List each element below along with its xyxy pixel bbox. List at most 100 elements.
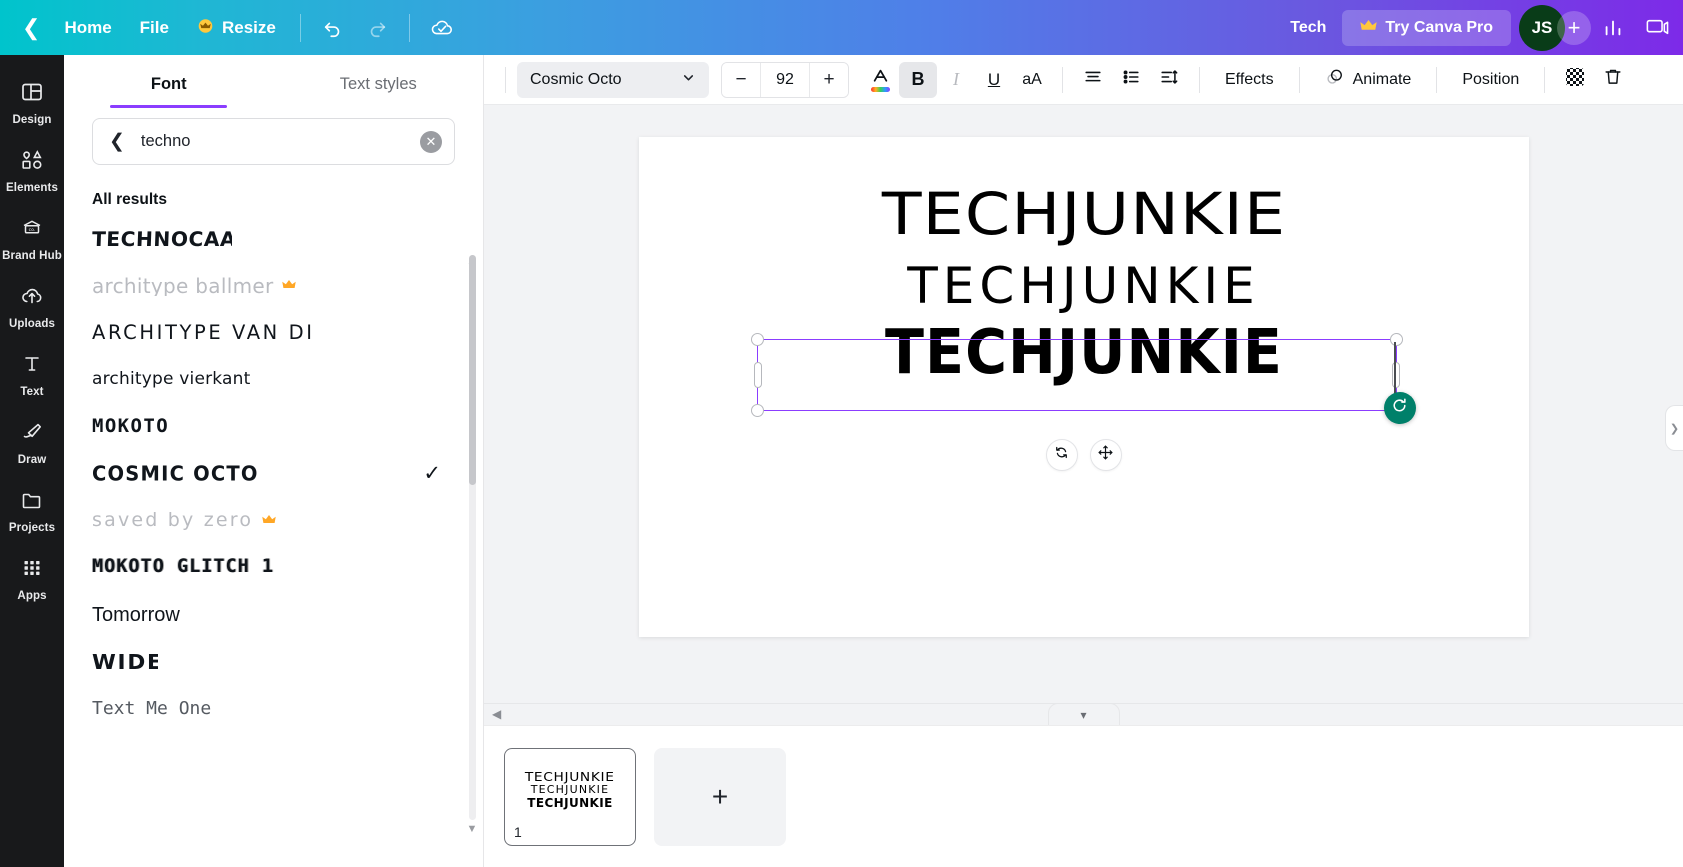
list-item[interactable]: saved by zero (92, 497, 455, 544)
rotate-icon (1391, 397, 1408, 419)
canvas-area[interactable]: TECHJUNKIE TECHJUNKIE TECHJUNKIE (484, 105, 1683, 703)
position-button[interactable]: Position (1448, 62, 1533, 98)
trash-icon (1603, 67, 1623, 92)
tab-font[interactable]: Font (64, 55, 274, 108)
floating-controls (1046, 439, 1122, 471)
font-size-input[interactable] (760, 63, 810, 97)
panel-scrollbar[interactable] (469, 255, 476, 820)
list-item[interactable]: Text Me One (92, 685, 455, 732)
crown-icon (282, 277, 296, 295)
text-color-button[interactable] (861, 62, 899, 98)
collapse-pages-button[interactable]: ▾ (1048, 703, 1120, 726)
add-page-label: + (712, 781, 728, 813)
font-preview: ARCHITYPE VAN DI (92, 323, 315, 343)
font-size-decrease[interactable]: − (722, 63, 760, 97)
list-item-selected[interactable]: COSMIC OCTO ✓ (92, 450, 455, 497)
cloud-check-icon[interactable] (420, 8, 464, 48)
results-heading: All results (64, 165, 483, 215)
transparency-button[interactable] (1556, 62, 1594, 98)
list-item[interactable]: architype vierkant (92, 356, 455, 403)
add-page-button[interactable]: + (654, 748, 786, 846)
line-spacing-button[interactable] (1150, 62, 1188, 98)
selection-box[interactable] (757, 339, 1397, 411)
scroll-down-arrow[interactable]: ▼ (466, 823, 478, 835)
list-item[interactable]: ARCHITYPE VAN DI (92, 309, 455, 356)
tab-text-styles[interactable]: Text styles (274, 55, 484, 108)
resize-button[interactable]: Resize (183, 10, 290, 46)
add-member-button[interactable]: + (1557, 11, 1591, 45)
sidebar-item-projects[interactable]: Projects (2, 479, 62, 541)
undo-button[interactable] (311, 8, 355, 48)
draw-icon (20, 420, 44, 449)
text-align-button[interactable] (1074, 62, 1112, 98)
document-title[interactable]: Tech (1274, 11, 1342, 45)
flip-rotate-button[interactable] (1046, 439, 1078, 471)
text-line-1[interactable]: TECHJUNKIE (585, 185, 1582, 243)
animate-label: Animate (1353, 71, 1412, 89)
sidebar-item-label: Design (13, 114, 52, 126)
uploads-icon (20, 284, 44, 313)
list-item[interactable]: Tomorrow (92, 591, 455, 638)
italic-button[interactable]: I (937, 62, 975, 98)
design-page[interactable]: TECHJUNKIE TECHJUNKIE TECHJUNKIE (639, 137, 1529, 637)
font-name-label: architype vierkant (92, 371, 251, 388)
sidebar-item-brand-hub[interactable]: co. Brand Hub (2, 207, 62, 269)
sidebar-item-label: Apps (17, 590, 46, 602)
flip-rotate-icon (1053, 444, 1070, 466)
resize-handle-bottom-left[interactable] (751, 404, 764, 417)
resize-handle-top-right[interactable] (1390, 333, 1403, 346)
panel-tabs: Font Text styles (64, 55, 483, 108)
font-list[interactable]: TECHNOCAAT architype ballmer ARCHITYPE V… (64, 215, 483, 867)
try-canva-pro-button[interactable]: Try Canva Pro (1342, 10, 1511, 46)
letter-case-button[interactable]: aA (1013, 62, 1051, 98)
font-family-select[interactable]: Cosmic Octo (517, 62, 709, 98)
scrollbar-thumb[interactable] (469, 255, 476, 485)
move-button[interactable] (1090, 439, 1122, 471)
font-family-value: Cosmic Octo (530, 71, 622, 89)
resize-handle-middle-left[interactable] (754, 362, 762, 388)
scroll-left-arrow[interactable]: ◀ (492, 707, 501, 721)
delete-button[interactable] (1594, 62, 1632, 98)
search-box[interactable]: ❮ ✕ (92, 118, 455, 165)
list-item[interactable]: WIDE (92, 638, 455, 685)
analytics-icon[interactable] (1591, 8, 1635, 48)
home-button[interactable]: Home (50, 10, 125, 46)
pages-strip: TECHJUNKIE TECHJUNKIE TECHJUNKIE 1 + (484, 725, 1683, 867)
sidebar-item-apps[interactable]: Apps (2, 547, 62, 609)
search-input[interactable] (141, 132, 408, 151)
svg-text:co.: co. (29, 228, 36, 233)
resize-handle-top-left[interactable] (751, 333, 764, 346)
clear-search-icon[interactable]: ✕ (420, 131, 442, 153)
underline-label: U (988, 70, 1000, 90)
back-button[interactable]: ❮ (18, 11, 50, 45)
font-name-label: saved by zero (92, 511, 253, 530)
page-thumbnail[interactable]: TECHJUNKIE TECHJUNKIE TECHJUNKIE 1 (504, 748, 636, 846)
sidebar-item-design[interactable]: Design (2, 71, 62, 133)
sidebar-item-elements[interactable]: Elements (2, 139, 62, 201)
rotate-handle[interactable] (1384, 392, 1416, 424)
font-name-label: MOKOTO (92, 417, 169, 436)
sidebar-item-uploads[interactable]: Uploads (2, 275, 62, 337)
right-panel-toggle[interactable]: ❯ (1665, 405, 1683, 451)
list-item[interactable]: architype ballmer (92, 262, 455, 309)
list-item[interactable]: MOKOTO GLITCH 1 (92, 544, 455, 591)
animate-button[interactable]: Animate (1311, 62, 1426, 98)
underline-button[interactable]: U (975, 62, 1013, 98)
resize-handle-middle-right[interactable] (1392, 362, 1400, 388)
bullet-list-button[interactable] (1112, 62, 1150, 98)
text-line-2[interactable]: TECHJUNKIE (639, 261, 1529, 311)
file-menu-button[interactable]: File (126, 10, 183, 46)
timeline-collapse-bar: ◀ ▾ (484, 703, 1683, 725)
search-back-icon[interactable]: ❮ (105, 132, 129, 151)
font-preview: COSMIC OCTO (92, 464, 259, 484)
effects-button[interactable]: Effects (1211, 62, 1288, 98)
sidebar-item-draw[interactable]: Draw (2, 411, 62, 473)
list-item[interactable]: MOKOTO (92, 403, 455, 450)
redo-button[interactable] (355, 8, 399, 48)
font-size-stepper[interactable]: − + (721, 62, 849, 98)
font-size-increase[interactable]: + (810, 63, 848, 97)
sidebar-item-text[interactable]: Text (2, 343, 62, 405)
bold-button[interactable]: B (899, 62, 937, 98)
list-item[interactable]: TECHNOCAAT (92, 215, 455, 262)
present-icon[interactable] (1635, 8, 1679, 48)
